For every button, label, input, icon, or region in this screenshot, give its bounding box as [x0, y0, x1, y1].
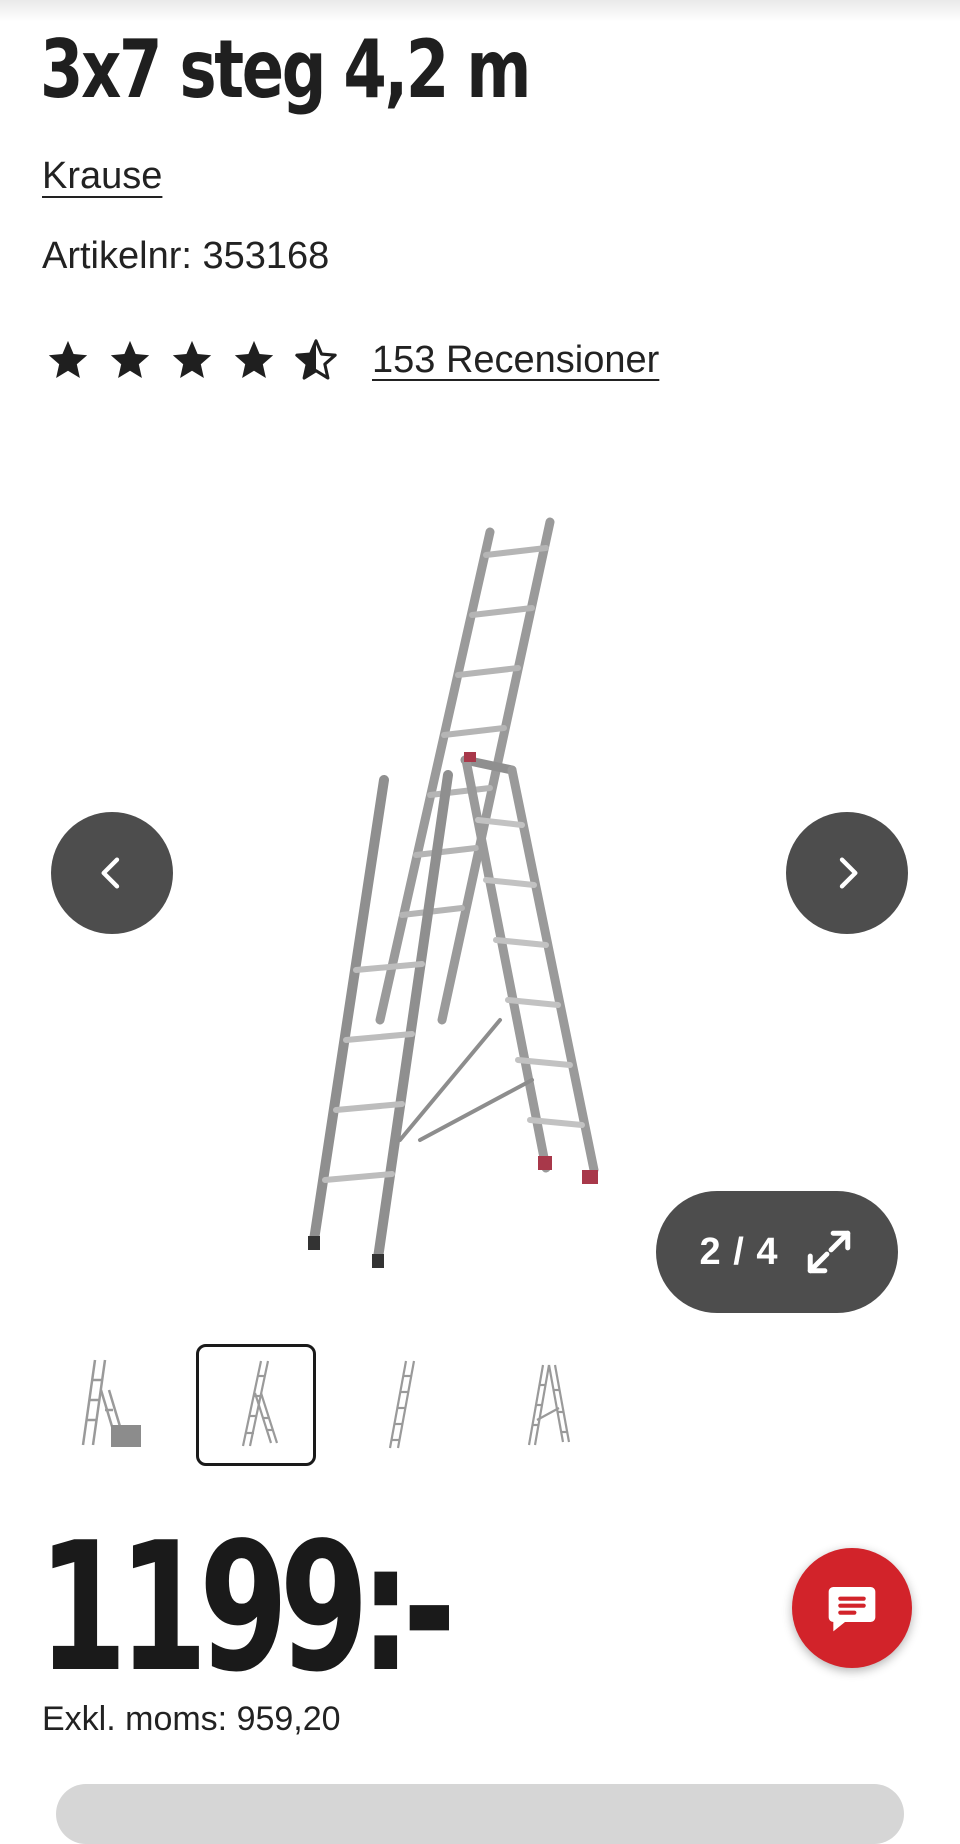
product-image[interactable]	[300, 480, 660, 1300]
product-title: 3x7 steg 4,2 m	[40, 23, 531, 116]
ladder-combined-thumbnail	[241, 1360, 279, 1446]
price-excl-vat: Exkl. moms: 959,20	[42, 1700, 341, 1738]
chevron-left-icon	[101, 857, 120, 889]
star-full-icon	[110, 340, 150, 379]
thumbnail-1[interactable]	[50, 1344, 170, 1466]
chat-button[interactable]	[792, 1548, 912, 1668]
thumbnail-2[interactable]	[196, 1344, 316, 1466]
thumbnail-4[interactable]	[488, 1344, 608, 1466]
reviews-link[interactable]: 153 Recensioner	[372, 339, 659, 382]
brand-link[interactable]: Krause	[42, 155, 162, 198]
rating-row: 153 Recensioner	[44, 330, 659, 390]
gallery-counter: 2 / 4	[699, 1230, 779, 1273]
product-gallery: 2 / 4	[0, 460, 960, 1320]
thumbnail-strip	[50, 1344, 608, 1466]
ladder-straight-thumbnail	[388, 1360, 416, 1448]
product-price: 1199:-	[38, 1504, 456, 1711]
ladder-a-frame-thumbnail	[527, 1364, 571, 1446]
bottom-action-bar[interactable]	[56, 1784, 904, 1844]
gallery-next-button[interactable]	[786, 812, 908, 934]
gallery-counter-expand-button[interactable]: 2 / 4	[656, 1191, 898, 1313]
star-half-icon	[295, 339, 337, 380]
header-shadow	[0, 0, 960, 22]
ladder-with-box-thumbnail	[81, 1359, 141, 1447]
star-full-icon	[172, 340, 212, 379]
article-number: Artikelnr: 353168	[42, 235, 330, 277]
star-full-icon	[234, 340, 274, 379]
expand-icon	[808, 1230, 851, 1274]
chevron-right-icon	[839, 857, 858, 889]
thumbnail-3[interactable]	[342, 1344, 462, 1466]
star-full-icon	[48, 340, 88, 379]
chat-icon	[828, 1587, 876, 1632]
gallery-prev-button[interactable]	[51, 812, 173, 934]
